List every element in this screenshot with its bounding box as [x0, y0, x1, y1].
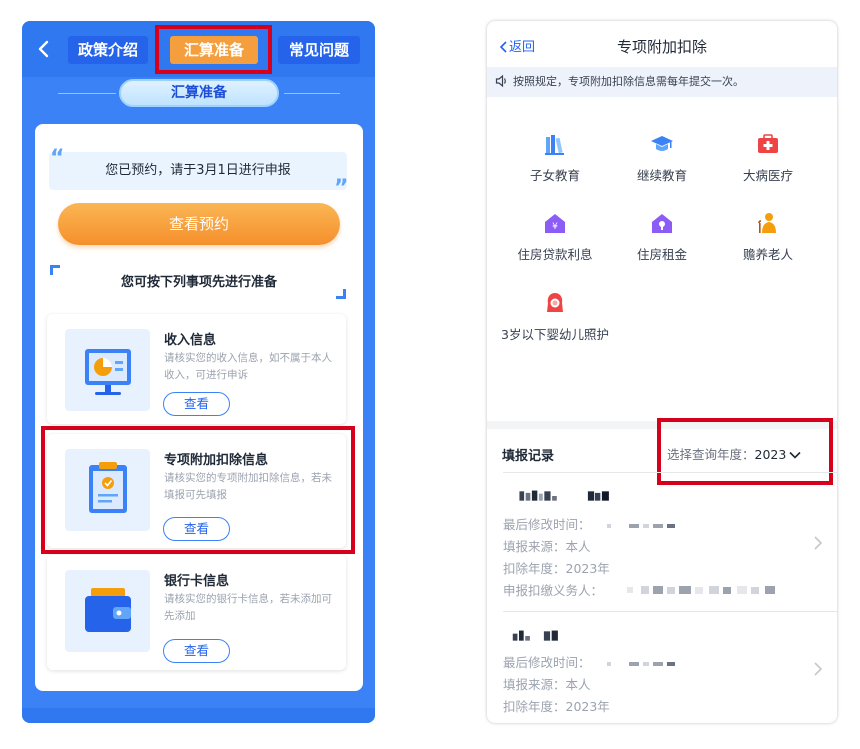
category-label: 继续教育: [636, 168, 687, 183]
open-quote-icon: “: [50, 146, 65, 171]
item-title: 银行卡信息: [164, 574, 230, 589]
back-arrow-icon[interactable]: [34, 37, 54, 61]
category-serious-illness[interactable]: 大病医疗: [713, 132, 823, 186]
books-icon: [543, 132, 567, 156]
blurred-withholder: [627, 586, 775, 594]
corner-bracket-bottom-right: [336, 289, 346, 299]
record-item[interactable]: 最后修改时间： 填报来源：本人 扣除年度：2023年: [487, 621, 837, 721]
back-chevron-icon: [499, 41, 507, 53]
category-housing-loan-interest[interactable]: ¥ 住房贷款利息: [500, 211, 610, 265]
bottom-strip: [22, 708, 375, 723]
notice-text: 按照规定，专项附加扣除信息需每年提交一次。: [513, 75, 744, 88]
record-modified-label: 最后修改时间：: [503, 655, 591, 670]
category-label: 住房贷款利息: [517, 247, 593, 262]
tab-faq[interactable]: 常见问题: [278, 36, 360, 64]
category-infant-care[interactable]: 3岁以下婴幼儿照护: [500, 291, 610, 345]
record-modified-label: 最后修改时间：: [503, 517, 591, 532]
appointment-notice: 您已预约，请于3月1日进行申报: [49, 152, 347, 190]
category-label: 3岁以下婴幼儿照护: [501, 327, 609, 342]
highlight-box-year: [657, 418, 833, 485]
left-phone-screen: 政策介绍 汇算准备 常见问题 汇算准备 您已预约，请于3月1日进行申报 “ ” …: [22, 21, 375, 723]
corner-bracket-top-left: [50, 265, 60, 275]
back-label: 返回: [509, 40, 536, 55]
section-divider-right: [284, 93, 340, 94]
highlight-box-deduction: [41, 426, 355, 554]
record-item[interactable]: 最后修改时间： 填报来源：本人 扣除年度：2023年 申报扣缴义务人：: [487, 481, 837, 611]
back-link[interactable]: 返回: [499, 36, 535, 55]
view-button[interactable]: 查看: [163, 639, 230, 663]
income-info-item: 收入信息 请核实您的收入信息，如不属于本人收入，可进行申诉 查看: [47, 314, 346, 424]
blurred-name: [519, 490, 609, 501]
baby-care-icon: [543, 291, 567, 315]
speaker-icon: [495, 74, 506, 88]
graduation-cap-icon: [650, 132, 674, 156]
bank-card-item: 银行卡信息 请核实您的银行卡信息，若未添加可先添加 查看: [47, 555, 346, 670]
category-label: 住房租金: [636, 247, 687, 262]
highlight-box-tab: [155, 25, 272, 74]
record-withholder-label: 申报扣缴义务人：: [503, 583, 604, 598]
income-monitor-icon: [65, 329, 150, 411]
house-yuan-icon: ¥: [543, 211, 567, 235]
category-label: 子女教育: [529, 168, 580, 183]
record-source: 填报来源：本人: [503, 539, 591, 554]
right-phone-screen: 专项附加扣除 返回 按照规定，专项附加扣除信息需每年提交一次。 子女教育 继续教…: [487, 21, 837, 723]
records-separator: [503, 611, 837, 612]
house-key-icon: [650, 211, 674, 235]
record-year: 扣除年度：2023年: [503, 561, 610, 576]
chevron-right-icon: [814, 662, 823, 676]
chevron-right-icon: [814, 536, 823, 550]
category-housing-rent[interactable]: 住房租金: [607, 211, 717, 265]
section-title: 汇算准备: [119, 79, 279, 107]
section-divider-left: [58, 93, 116, 94]
view-button[interactable]: 查看: [163, 392, 230, 416]
wallet-icon: [65, 570, 150, 652]
elderly-person-icon: [756, 211, 780, 235]
page-title: 专项附加扣除: [616, 38, 707, 56]
category-child-education[interactable]: 子女教育: [500, 132, 610, 186]
records-separator: [503, 472, 837, 473]
item-description: 请核实您的银行卡信息，若未添加可先添加: [164, 593, 332, 622]
record-source: 填报来源：本人: [503, 677, 591, 692]
blurred-timestamp: [607, 662, 675, 666]
category-continuing-education[interactable]: 继续教育: [607, 132, 717, 186]
view-appointment-button[interactable]: 查看预约: [58, 203, 340, 245]
category-label: 赡养老人: [742, 247, 793, 262]
category-label: 大病医疗: [742, 168, 793, 183]
blurred-name: [512, 630, 558, 641]
close-quote-icon: ”: [334, 176, 349, 201]
medical-kit-icon: [756, 132, 780, 156]
category-elderly-support[interactable]: 赡养老人: [713, 211, 823, 265]
item-description: 请核实您的收入信息，如不属于本人收入，可进行申诉: [164, 352, 332, 381]
item-title: 收入信息: [164, 333, 217, 348]
tab-policy-intro[interactable]: 政策介绍: [68, 36, 148, 64]
blurred-timestamp: [607, 524, 675, 528]
prep-heading: 您可按下列事项先进行准备: [120, 275, 277, 290]
notice-bar: 按照规定，专项附加扣除信息需每年提交一次。: [487, 67, 837, 97]
svg-text:¥: ¥: [552, 222, 558, 232]
records-header: 填报记录: [502, 449, 555, 464]
record-year: 扣除年度：2023年: [503, 699, 610, 714]
